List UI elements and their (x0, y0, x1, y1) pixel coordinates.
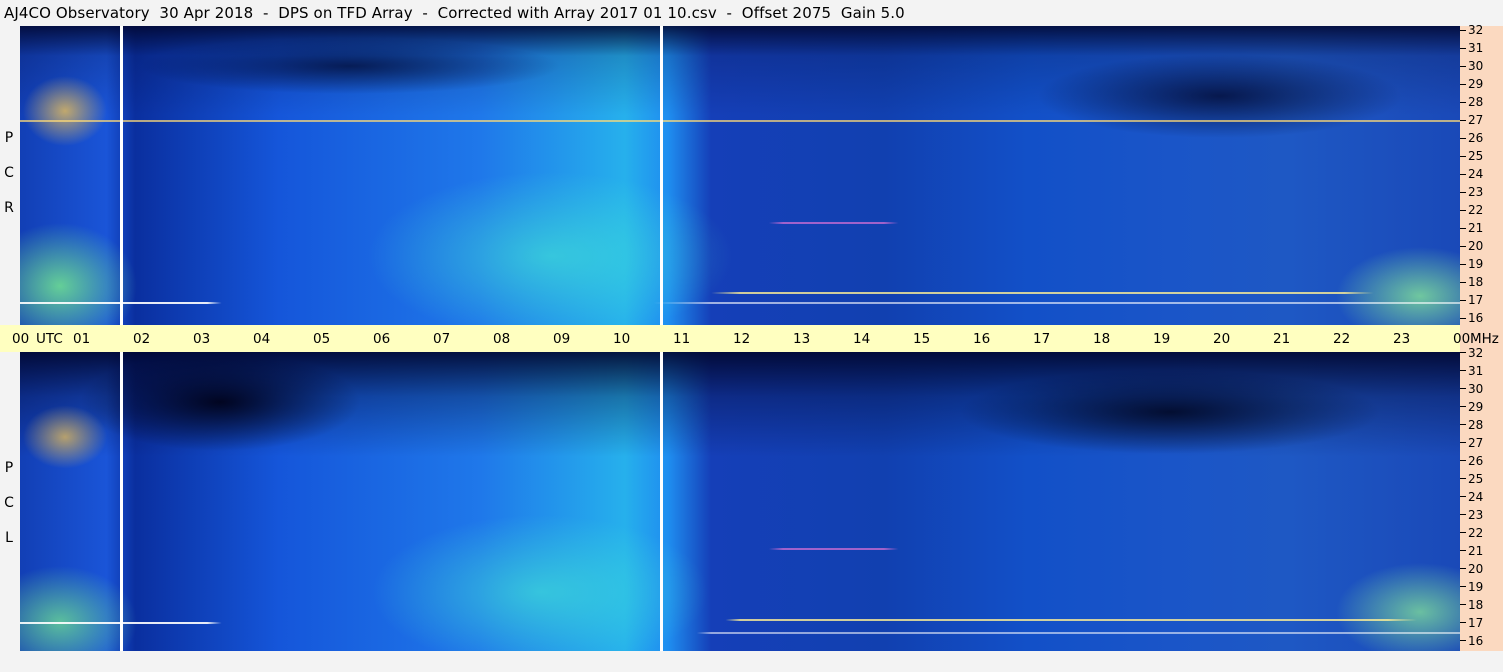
freq-tick-label: 29 (1468, 77, 1484, 91)
polarization-label-bottom: P (0, 460, 18, 476)
freq-tick-label: 16 (1468, 634, 1484, 648)
freq-tick-label: 24 (1468, 490, 1484, 504)
time-tick-label: 16 (973, 331, 991, 347)
time-tick-label: 12 (733, 331, 751, 347)
time-tick-label: 01 (73, 331, 91, 347)
time-tick-label: 05 (313, 331, 331, 347)
freq-tick-label: 17 (1468, 616, 1484, 630)
time-tick-label: 00 (12, 331, 30, 347)
time-tick-label: 13 (793, 331, 811, 347)
time-tick-label: 04 (253, 331, 271, 347)
frequency-scale-top: 32 31 30 29 28 27 26 25 24 23 22 21 20 1… (1460, 23, 1503, 325)
freq-tick-label: 32 (1468, 346, 1484, 360)
time-tick-label: 23 (1393, 331, 1411, 347)
freq-tick-label: 28 (1468, 95, 1484, 109)
pol-letter: C (4, 165, 14, 181)
freq-tick-label: 20 (1468, 562, 1484, 576)
freq-tick-label: 18 (1468, 598, 1484, 612)
time-tick-label: 18 (1093, 331, 1111, 347)
time-tick-label: 19 (1153, 331, 1171, 347)
freq-tick-label: 22 (1468, 203, 1484, 217)
polarization-label-top: P (0, 130, 18, 146)
time-tick-label: 07 (433, 331, 451, 347)
page-title: AJ4CO Observatory 30 Apr 2018 - DPS on T… (4, 4, 905, 22)
freq-tick-label: 25 (1468, 472, 1484, 486)
time-tick-label: 22 (1333, 331, 1351, 347)
time-tick-label: 17 (1033, 331, 1051, 347)
freq-tick-label: 27 (1468, 113, 1484, 127)
time-tick-label: 11 (673, 331, 691, 347)
freq-tick-label: 28 (1468, 418, 1484, 432)
time-tick-label: 02 (133, 331, 151, 347)
pol-letter: C (4, 495, 14, 511)
freq-tick-label: 31 (1468, 41, 1484, 55)
freq-tick-label: 16 (1468, 311, 1484, 325)
freq-tick-label: 18 (1468, 275, 1484, 289)
freq-tick-label: 23 (1468, 185, 1484, 199)
time-tick-label: 03 (193, 331, 211, 347)
pol-letter: P (4, 130, 14, 146)
freq-tick-label: 24 (1468, 167, 1484, 181)
polarization-label-top: C (0, 165, 18, 181)
freq-tick-label: 20 (1468, 239, 1484, 253)
frequency-scale-bottom: 32 31 30 29 28 27 26 25 24 23 22 21 20 1… (1460, 347, 1503, 651)
freq-tick-label: 30 (1468, 382, 1484, 396)
pol-letter: P (4, 460, 14, 476)
spectrogram-lcp (20, 352, 1460, 651)
freq-tick-label: 26 (1468, 131, 1484, 145)
polarization-label-top: R (0, 200, 18, 216)
time-tick-label: 08 (493, 331, 511, 347)
spectrogram-rcp (20, 26, 1460, 325)
freq-tick-label: 21 (1468, 544, 1484, 558)
time-tick-label: 06 (373, 331, 391, 347)
time-tick-label: 09 (553, 331, 571, 347)
freq-tick-label: 27 (1468, 436, 1484, 450)
time-tick-label: 14 (853, 331, 871, 347)
polarization-label-bottom: C (0, 495, 18, 511)
time-tick-label: 10 (613, 331, 631, 347)
time-axis-unit: UTC (36, 331, 63, 347)
pol-letter: R (4, 200, 14, 216)
pol-letter: L (5, 530, 13, 546)
freq-tick-label: 21 (1468, 221, 1484, 235)
freq-tick-label: 22 (1468, 526, 1484, 540)
time-tick-label: 21 (1273, 331, 1291, 347)
time-tick-label: 20 (1213, 331, 1231, 347)
freq-tick-label: 17 (1468, 293, 1484, 307)
freq-axis-unit: MHz (1470, 331, 1499, 347)
polarization-label-bottom: L (0, 530, 18, 546)
freq-tick-label: 23 (1468, 508, 1484, 522)
freq-tick-label: 19 (1468, 580, 1484, 594)
freq-tick-label: 32 (1468, 23, 1484, 37)
freq-tick-label: 26 (1468, 454, 1484, 468)
freq-tick-label: 31 (1468, 364, 1484, 378)
freq-tick-label: 30 (1468, 59, 1484, 73)
freq-tick-label: 19 (1468, 257, 1484, 271)
time-axis: 00 UTC 01 02 03 04 05 06 07 08 09 10 11 … (0, 325, 1499, 352)
freq-tick-label: 25 (1468, 149, 1484, 163)
freq-tick-label: 29 (1468, 400, 1484, 414)
time-tick-label: 15 (913, 331, 931, 347)
time-tick-label: 00 (1453, 331, 1471, 347)
